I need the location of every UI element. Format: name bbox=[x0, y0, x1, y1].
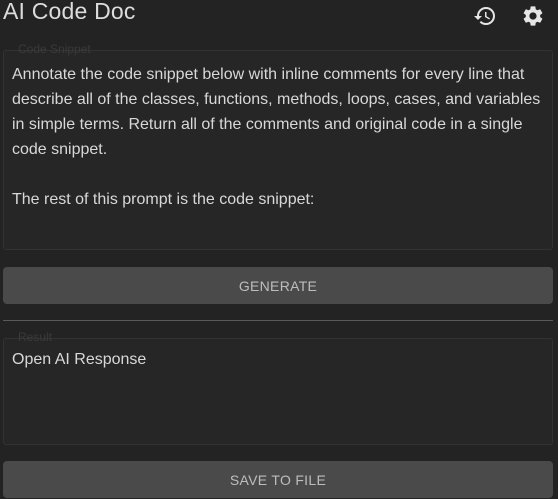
app-title: AI Code Doc bbox=[3, 0, 136, 24]
app-window: AI Code Doc Code Snippet Annotate the co… bbox=[0, 0, 558, 499]
result-legend: Result bbox=[18, 330, 53, 344]
result-textarea[interactable]: Open AI Response bbox=[12, 347, 544, 372]
divider bbox=[3, 320, 553, 321]
code-snippet-legend: Code Snippet bbox=[18, 42, 91, 56]
code-snippet-textarea[interactable]: Annotate the code snippet below with inl… bbox=[12, 62, 544, 212]
header: AI Code Doc bbox=[0, 0, 558, 38]
settings-button[interactable] bbox=[520, 3, 546, 29]
gear-icon bbox=[523, 6, 543, 26]
result-field[interactable]: Result Open AI Response bbox=[3, 330, 553, 445]
history-icon bbox=[474, 7, 495, 26]
save-to-file-button[interactable]: SAVE TO FILE bbox=[3, 461, 553, 498]
history-button[interactable] bbox=[472, 3, 498, 29]
generate-button[interactable]: GENERATE bbox=[3, 267, 553, 304]
code-snippet-field[interactable]: Code Snippet Annotate the code snippet b… bbox=[3, 42, 553, 250]
